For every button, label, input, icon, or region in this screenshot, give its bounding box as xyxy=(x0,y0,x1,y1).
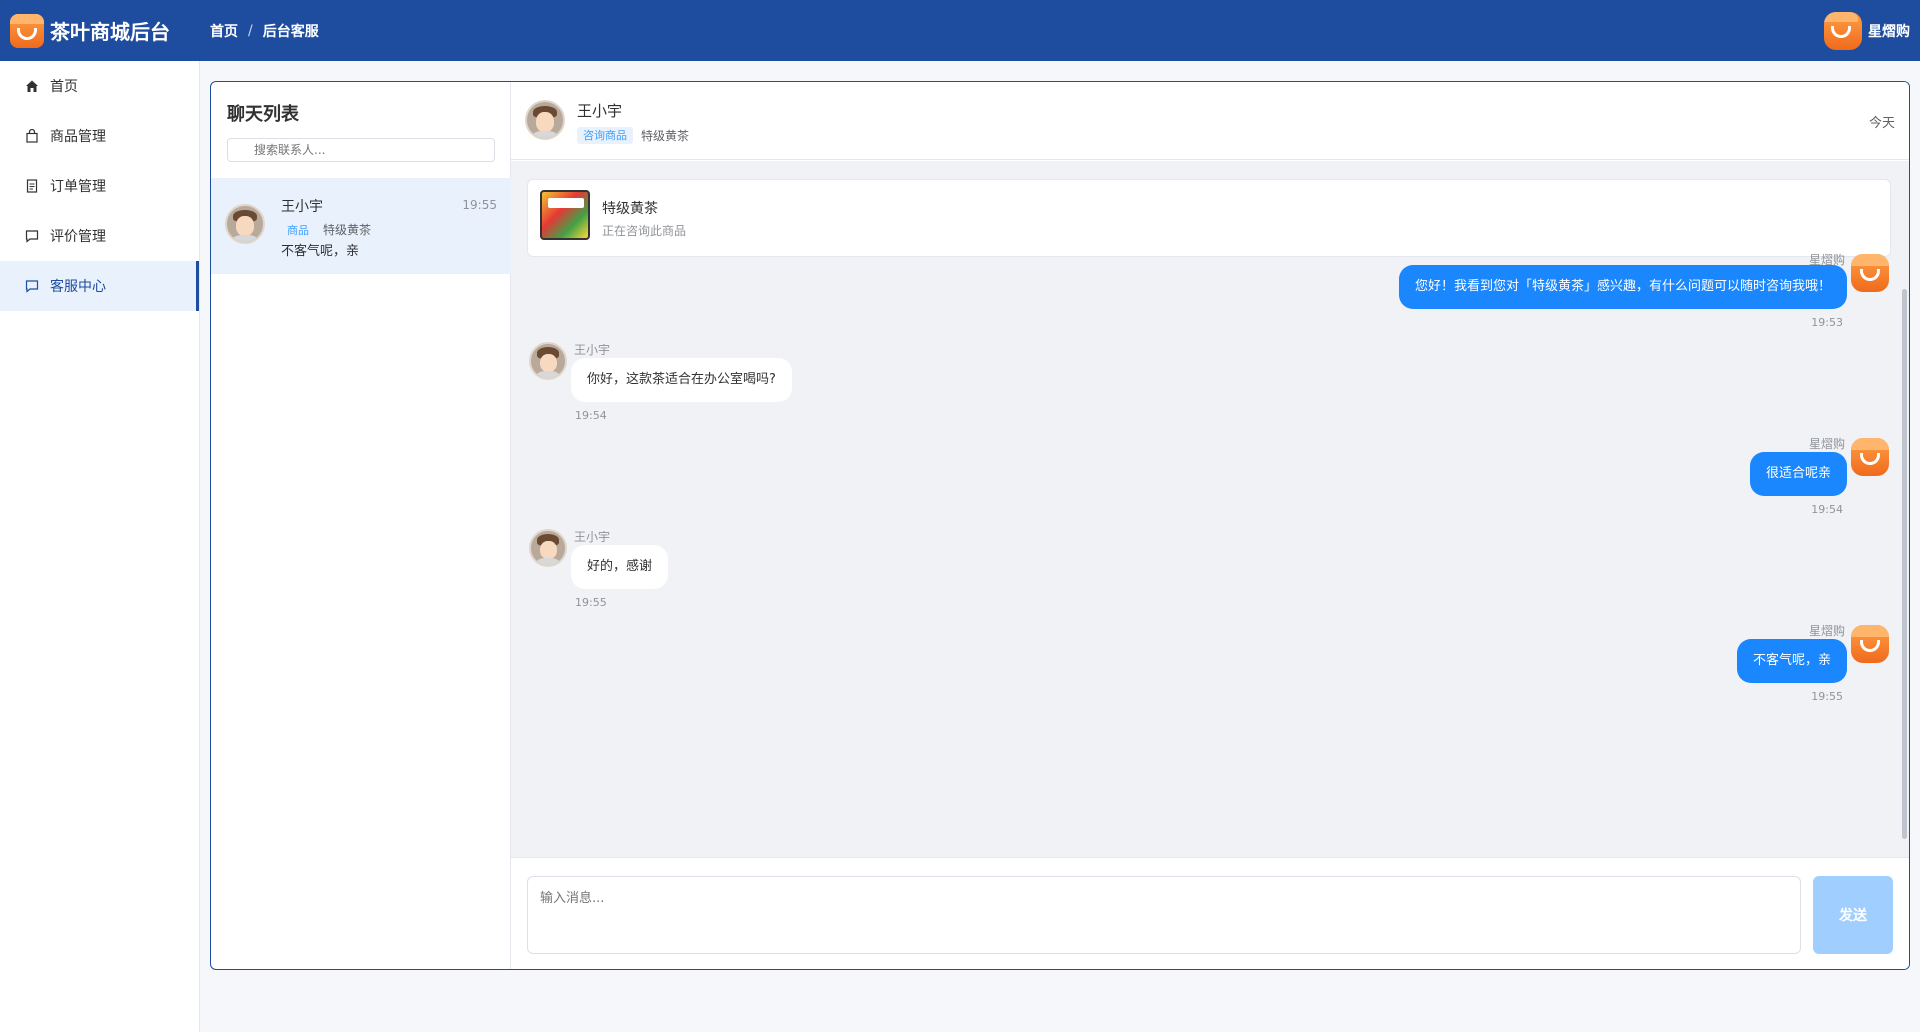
sidebar-item-service[interactable]: 客服中心 xyxy=(0,261,199,311)
breadcrumb-separator: / xyxy=(248,22,253,39)
contact-tag: 商品 xyxy=(281,222,315,238)
chat-contact-name: 王小宇 xyxy=(577,102,623,120)
message-time: 19:54 xyxy=(575,409,607,422)
contact-product: 特级黄茶 xyxy=(323,223,372,237)
staff-avatar-icon xyxy=(1851,438,1889,476)
message-sender: 王小宇 xyxy=(574,530,611,544)
product-card-subtitle: 正在咨询此商品 xyxy=(602,224,687,238)
contact-name: 王小宇 xyxy=(281,199,323,215)
message-composer: 发送 xyxy=(511,857,1909,969)
contact-time: 19:55 xyxy=(462,198,497,212)
chat-tag: 咨询商品 xyxy=(577,127,633,144)
chat-window: 王小宇 咨询商品 特级黄茶 今天 特级黄茶 正在咨询此商品 星熠购 您好！我看到… xyxy=(511,82,1909,969)
bag-icon xyxy=(24,128,40,144)
message-sender: 星熠购 xyxy=(1808,437,1845,451)
message-time: 19:55 xyxy=(575,596,607,609)
sidebar-item-products[interactable]: 商品管理 xyxy=(0,111,199,161)
chat-date-label: 今天 xyxy=(1868,116,1895,131)
chat-list-title: 聊天列表 xyxy=(227,104,299,125)
sidebar-item-label: 评价管理 xyxy=(50,229,106,245)
message-bubble: 你好，这款茶适合在办公室喝吗? xyxy=(571,358,792,402)
sidebar-item-home[interactable]: 首页 xyxy=(0,61,199,111)
sidebar-item-label: 订单管理 xyxy=(50,179,106,195)
message-time: 19:54 xyxy=(1811,503,1843,516)
send-button[interactable]: 发送 xyxy=(1813,876,1893,954)
message-bubble: 您好！我看到您对「特级黄茶」感兴趣，有什么问题可以随时咨询我哦！ xyxy=(1398,265,1847,309)
message-input[interactable] xyxy=(527,876,1801,954)
message-sender: 星熠购 xyxy=(1808,624,1845,638)
chat-avatar xyxy=(525,100,565,140)
product-image xyxy=(540,190,590,240)
chat-header: 王小宇 咨询商品 特级黄茶 今天 xyxy=(511,82,1909,160)
chat-list: 聊天列表 王小宇 19:55 商品 特级黄茶 不客气呢，亲 xyxy=(211,82,511,969)
sidebar-item-label: 首页 xyxy=(50,79,78,95)
shop-logo-icon xyxy=(10,13,44,48)
sidebar-item-label: 商品管理 xyxy=(50,129,106,145)
user-menu[interactable]: 星熠购 xyxy=(1824,12,1910,50)
user-name: 星熠购 xyxy=(1868,24,1910,40)
chat-icon xyxy=(24,278,40,294)
message-bubble: 很适合呢亲 xyxy=(1749,452,1847,496)
customer-avatar xyxy=(529,342,567,380)
brand[interactable]: 茶叶商城后台 xyxy=(10,13,210,48)
message-time: 19:53 xyxy=(1811,316,1843,329)
breadcrumb-home[interactable]: 首页 xyxy=(210,21,238,41)
contact-last-message: 不客气呢，亲 xyxy=(281,244,360,259)
user-avatar-icon xyxy=(1824,12,1862,50)
contact-avatar xyxy=(225,204,265,244)
contact-search-input[interactable] xyxy=(227,138,495,162)
chat-panel: 聊天列表 王小宇 19:55 商品 特级黄茶 不客气呢，亲 王小宇 咨询商品 特… xyxy=(210,81,1910,970)
home-icon xyxy=(24,78,40,94)
message-bubble: 不客气呢，亲 xyxy=(1736,639,1847,683)
sidebar: 首页 商品管理 订单管理 评价管理 客服中心 xyxy=(0,61,200,1032)
message-scrollbar[interactable] xyxy=(1902,289,1907,839)
chat-product: 特级黄茶 xyxy=(641,129,690,143)
customer-avatar xyxy=(529,529,567,567)
app-title: 茶叶商城后台 xyxy=(50,20,170,44)
product-card-name: 特级黄茶 xyxy=(602,201,658,217)
message-sender: 王小宇 xyxy=(574,343,611,357)
comment-icon xyxy=(24,228,40,244)
breadcrumb-current: 后台客服 xyxy=(262,23,319,40)
sidebar-item-reviews[interactable]: 评价管理 xyxy=(0,211,199,261)
top-header: 茶叶商城后台 首页 / 后台客服 星熠购 xyxy=(0,0,1920,61)
sidebar-item-orders[interactable]: 订单管理 xyxy=(0,161,199,211)
message-time: 19:55 xyxy=(1811,690,1843,703)
staff-avatar-icon xyxy=(1851,254,1889,292)
sidebar-item-label: 客服中心 xyxy=(50,279,106,295)
staff-avatar-icon xyxy=(1851,625,1889,663)
product-card[interactable]: 特级黄茶 正在咨询此商品 xyxy=(527,179,1891,257)
message-bubble: 好的，感谢 xyxy=(571,545,669,589)
contact-item[interactable]: 王小宇 19:55 商品 特级黄茶 不客气呢，亲 xyxy=(211,178,511,274)
document-icon xyxy=(24,178,40,194)
message-area[interactable]: 特级黄茶 正在咨询此商品 星熠购 您好！我看到您对「特级黄茶」感兴趣，有什么问题… xyxy=(511,161,1909,857)
breadcrumb: 首页 / 后台客服 xyxy=(210,21,319,41)
